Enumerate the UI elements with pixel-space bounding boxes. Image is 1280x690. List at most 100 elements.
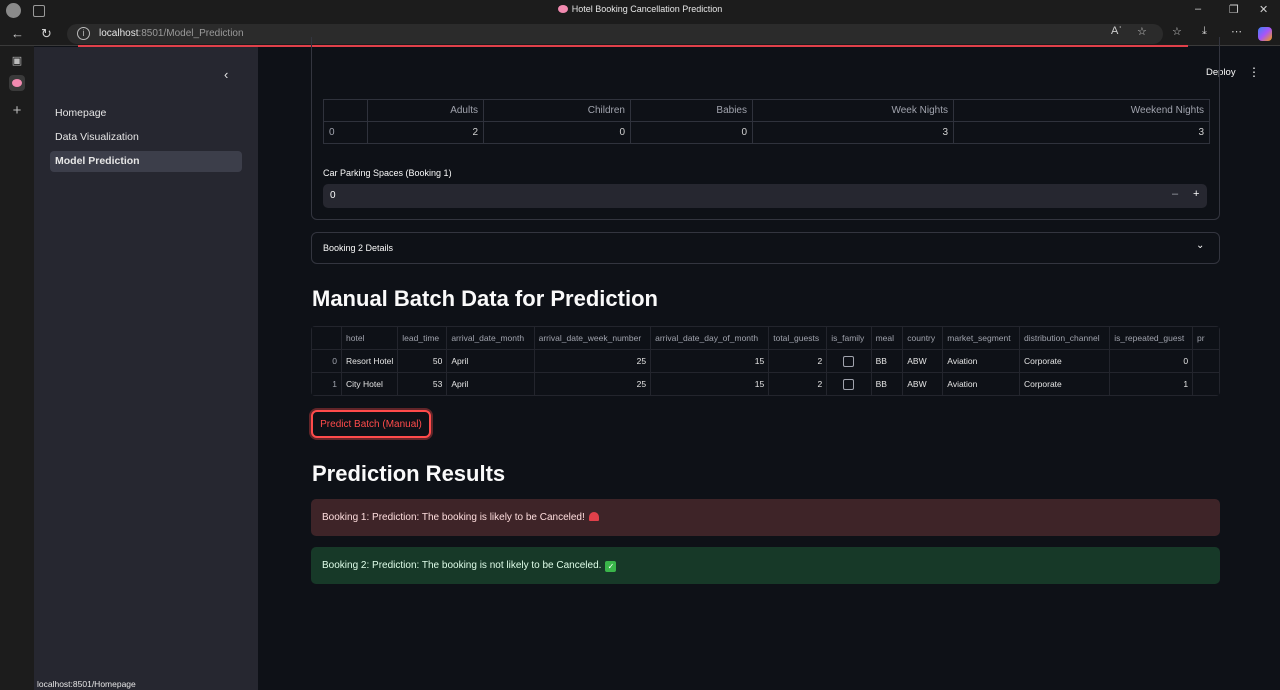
- back-icon[interactable]: ←: [11, 26, 24, 41]
- table-row: 0 Resort Hotel 50 April 25 15 2 BB ABW Aviation Co…: [311, 349, 1220, 373]
- manual-batch-title: Manual Batch Data for Prediction: [312, 286, 658, 311]
- increment-icon[interactable]: +: [1193, 188, 1199, 200]
- chevron-down-icon[interactable]: ⌄: [1196, 240, 1204, 251]
- minimize-icon[interactable]: –: [1195, 3, 1201, 15]
- table-header-row: Adults Children Babies Week Nights Weeke…: [323, 99, 1210, 122]
- parking-number-input[interactable]: 0 – +: [323, 184, 1207, 208]
- main-menu-icon[interactable]: ⋮: [1248, 65, 1260, 79]
- table-cell: 0: [323, 121, 368, 144]
- sidebar-item-model-prediction[interactable]: Model Prediction: [50, 151, 242, 172]
- read-aloud-icon[interactable]: Aʿ: [1111, 25, 1122, 37]
- table-cell[interactable]: 3: [953, 121, 1210, 144]
- table-row: 1 City Hotel 53 April 25 15 2 BB ABW Aviation Corp…: [311, 372, 1220, 396]
- manual-batch-grid[interactable]: hotel lead_time arrival_date_month arrival_…: [311, 326, 1220, 396]
- grid-cell[interactable]: 15: [650, 372, 770, 396]
- table-header-cell: Babies: [630, 99, 753, 122]
- grid-cell[interactable]: Corporate: [1018, 372, 1111, 396]
- window-title: Hotel Booking Cancellation Prediction: [0, 4, 1280, 14]
- grid-cell[interactable]: 1: [1109, 372, 1194, 396]
- checkbox[interactable]: [843, 355, 855, 367]
- grid-header-cell[interactable]: arrival_date_month: [446, 326, 535, 350]
- sidebar: ‹ Homepage Data Visualization Model Pred…: [34, 47, 258, 690]
- grid-cell[interactable]: April: [446, 349, 535, 373]
- brain-icon: [12, 79, 22, 87]
- sidebar-item-data-visualization[interactable]: Data Visualization: [50, 127, 242, 148]
- grid-header-cell[interactable]: distribution_channel: [1018, 326, 1111, 350]
- check-mark-icon: ✓: [605, 561, 617, 572]
- grid-header-cell[interactable]: pr: [1192, 326, 1220, 350]
- grid-header-cell[interactable]: arrival_date_day_of_month: [650, 326, 770, 350]
- grid-cell[interactable]: 2: [768, 349, 828, 373]
- grid-cell[interactable]: 50: [397, 349, 448, 373]
- grid-cell[interactable]: Aviation: [942, 372, 1020, 396]
- grid-header-cell[interactable]: total_guests: [768, 326, 828, 350]
- table-header-cell: Children: [483, 99, 631, 122]
- grid-cell[interactable]: City Hotel: [341, 372, 399, 396]
- grid-header-cell[interactable]: arrival_date_week_number: [533, 326, 652, 350]
- grid-cell[interactable]: BB: [870, 349, 904, 373]
- grid-cell[interactable]: 25: [533, 372, 652, 396]
- close-icon[interactable]: ✕: [1259, 3, 1268, 16]
- checkbox[interactable]: [843, 378, 855, 390]
- table-cell[interactable]: 0: [630, 121, 753, 144]
- table-header-cell: Adults: [367, 99, 484, 122]
- url-text[interactable]: localhost:8501/Model_Prediction: [99, 28, 244, 39]
- decrement-icon[interactable]: –: [1172, 188, 1178, 200]
- new-tab-icon[interactable]: +: [9, 102, 25, 119]
- grid-cell[interactable]: 53: [397, 372, 448, 396]
- grid-cell[interactable]: April: [446, 372, 535, 396]
- grid-cell[interactable]: BB: [870, 372, 904, 396]
- tab-streamlit-app[interactable]: [9, 75, 25, 91]
- booking-2-result-alert: Booking 2: Prediction: The booking is no…: [311, 547, 1220, 584]
- grid-header-cell[interactable]: is_repeated_guest: [1109, 326, 1194, 350]
- grid-cell[interactable]: Resort Hotel: [341, 349, 399, 373]
- is-family-checkbox-cell[interactable]: [826, 349, 872, 373]
- guest-counts-table: Adults Children Babies Week Nights Weeke…: [323, 99, 1210, 144]
- table-header-cell: Weekend Nights: [953, 99, 1210, 122]
- table-header-row: hotel lead_time arrival_date_month arrival_…: [311, 326, 1220, 350]
- copilot-icon[interactable]: [1258, 27, 1272, 41]
- grid-cell[interactable]: 25: [533, 349, 652, 373]
- site-info-icon[interactable]: i: [77, 27, 90, 40]
- grid-header-cell[interactable]: country: [902, 326, 944, 350]
- grid-cell[interactable]: ABW: [902, 349, 944, 373]
- booking-1-result-text: Booking 1: Prediction: The booking is li…: [322, 512, 585, 523]
- grid-cell[interactable]: [1192, 349, 1220, 373]
- is-family-checkbox-cell[interactable]: [826, 372, 872, 396]
- siren-icon: [588, 512, 599, 521]
- parking-value[interactable]: 0: [330, 190, 336, 201]
- grid-cell[interactable]: Corporate: [1018, 349, 1111, 373]
- grid-header-cell[interactable]: [311, 326, 343, 350]
- refresh-icon[interactable]: ↻: [41, 26, 52, 42]
- booking-2-expander[interactable]: Booking 2 Details ⌄: [311, 232, 1220, 264]
- status-url: localhost:8501/Homepage: [34, 678, 139, 690]
- grid-cell[interactable]: 15: [650, 349, 770, 373]
- prediction-results-title: Prediction Results: [312, 461, 506, 486]
- grid-cell[interactable]: 0: [1109, 349, 1194, 373]
- table-cell[interactable]: 0: [483, 121, 631, 144]
- grid-header-cell[interactable]: is_family: [826, 326, 872, 350]
- grid-header-cell[interactable]: lead_time: [397, 326, 448, 350]
- url-path: :8501/Model_Prediction: [138, 28, 244, 39]
- grid-header-cell[interactable]: meal: [870, 326, 904, 350]
- url-host: localhost: [99, 28, 139, 39]
- more-icon[interactable]: ⋯: [1231, 25, 1242, 38]
- grid-cell[interactable]: Aviation: [942, 349, 1020, 373]
- collapse-sidebar-icon[interactable]: ‹: [224, 67, 228, 82]
- grid-header-cell[interactable]: hotel: [341, 326, 399, 350]
- tab-actions-icon[interactable]: ▣: [9, 54, 25, 70]
- table-cell[interactable]: 2: [367, 121, 484, 144]
- grid-cell: 0: [311, 349, 343, 373]
- grid-header-cell[interactable]: market_segment: [942, 326, 1020, 350]
- predict-batch-button[interactable]: Predict Batch (Manual): [311, 410, 431, 438]
- grid-cell[interactable]: ABW: [902, 372, 944, 396]
- booking-1-result-alert: Booking 1: Prediction: The booking is li…: [311, 499, 1220, 536]
- table-cell[interactable]: 3: [752, 121, 954, 144]
- table-header-cell: Week Nights: [752, 99, 954, 122]
- window-title-text: Hotel Booking Cancellation Prediction: [571, 4, 723, 14]
- brain-icon: [557, 5, 568, 13]
- restore-icon[interactable]: ❐: [1229, 3, 1239, 16]
- grid-cell[interactable]: [1192, 372, 1220, 396]
- sidebar-item-homepage[interactable]: Homepage: [50, 103, 242, 124]
- grid-cell[interactable]: 2: [768, 372, 828, 396]
